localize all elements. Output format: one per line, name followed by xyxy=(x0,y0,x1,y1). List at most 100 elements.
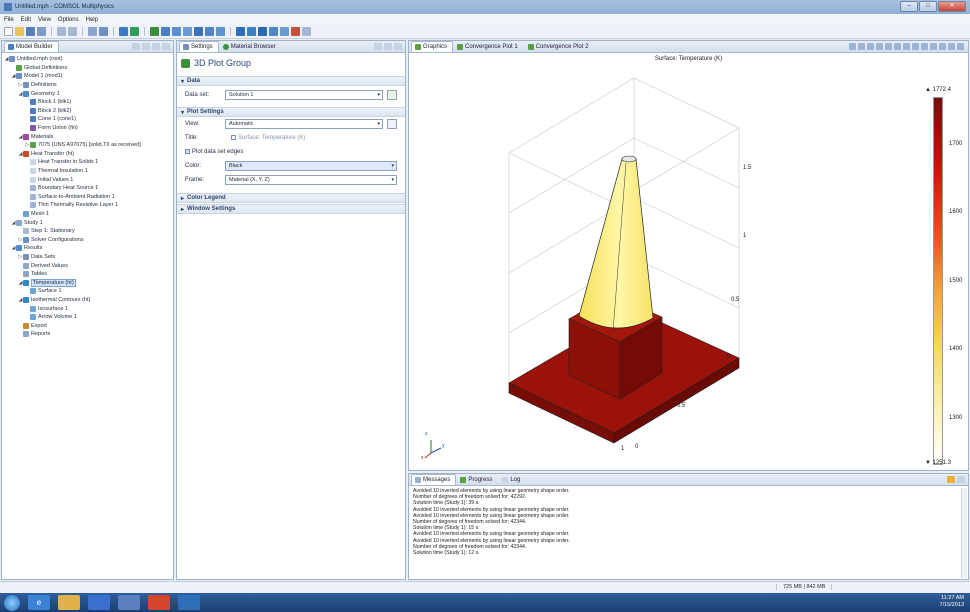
ie-icon[interactable]: e xyxy=(28,595,50,610)
torus-icon[interactable] xyxy=(205,27,214,36)
section-data[interactable]: ▾ Data xyxy=(177,76,405,86)
menu-help[interactable]: Help xyxy=(86,17,98,23)
tree-node[interactable]: Initial Values 1 xyxy=(4,175,173,184)
results-icon[interactable] xyxy=(269,27,278,36)
plot-edges-checkbox[interactable]: Plot data set edges xyxy=(185,149,243,155)
tree-node[interactable]: Derived Values xyxy=(4,261,173,270)
tree-node[interactable]: Thermal Insulation 1 xyxy=(4,167,173,176)
build-mesh-icon[interactable] xyxy=(236,27,245,36)
media-icon[interactable] xyxy=(118,595,140,610)
minimize-panel-icon[interactable] xyxy=(162,43,170,50)
tree-node[interactable]: ◢ Untitled.mph (root) xyxy=(4,55,173,64)
section-window-settings[interactable]: ▸ Window Settings xyxy=(177,204,405,214)
tree-node[interactable]: ◢ Results xyxy=(4,244,173,253)
work-plane-icon[interactable] xyxy=(216,27,225,36)
title-field[interactable]: Surface: Temperature (K) xyxy=(231,135,305,141)
minimize-panel-icon[interactable] xyxy=(394,43,402,50)
tree-node[interactable]: Block 1 (blk1) xyxy=(4,98,173,107)
app-taskbar-icon[interactable] xyxy=(178,595,200,610)
tree-node[interactable]: ▷ Data Sets xyxy=(4,253,173,262)
tree-node[interactable]: Tables xyxy=(4,270,173,279)
model-tree-icon[interactable] xyxy=(88,27,97,36)
undo-icon[interactable] xyxy=(57,27,66,36)
show-icon[interactable] xyxy=(152,43,160,50)
desktop-layout-icon[interactable] xyxy=(99,27,108,36)
zoom-in-icon[interactable] xyxy=(849,43,856,50)
sphere-icon[interactable] xyxy=(172,27,181,36)
zoom-box-icon[interactable] xyxy=(867,43,874,50)
tab-model-builder[interactable]: Model Builder xyxy=(4,41,59,52)
tree-node[interactable]: ◢ Temperature (ht) xyxy=(4,278,173,287)
tree-node[interactable]: Block 2 (blk2) xyxy=(4,107,173,116)
tab-log[interactable]: Log xyxy=(498,474,526,485)
menu-options[interactable]: Options xyxy=(58,17,79,23)
tab-convergence-plot-2[interactable]: Convergence Plot 2 xyxy=(524,41,595,52)
select-icon[interactable] xyxy=(894,43,901,50)
expand-icon[interactable] xyxy=(142,43,150,50)
data-set-select[interactable]: Solution 1 ▾ xyxy=(225,90,383,100)
report-icon[interactable] xyxy=(280,27,289,36)
maximize-button[interactable]: □ xyxy=(919,1,937,12)
settings-icon[interactable] xyxy=(302,27,311,36)
tree-node[interactable]: Export xyxy=(4,321,173,330)
color-select[interactable]: Black ▾ xyxy=(225,161,397,171)
tree-node[interactable]: Thin Thermally Resistive Layer 1 xyxy=(4,201,173,210)
3d-plot[interactable] xyxy=(409,53,968,470)
wireframe-icon[interactable] xyxy=(912,43,919,50)
tree-node[interactable]: Mesh 1 xyxy=(4,210,173,219)
graphics-canvas[interactable]: Surface: Temperature (K) 1.5 1 0.5 0 0 0… xyxy=(409,53,968,470)
tree-node[interactable]: Surface 1 xyxy=(4,287,173,296)
dynamic-help-icon[interactable] xyxy=(384,43,392,50)
view-go-to-button[interactable] xyxy=(387,119,397,129)
tree-node[interactable]: ▷ Definitions xyxy=(4,81,173,90)
section-color-legend[interactable]: ▸ Color Legend xyxy=(177,193,405,203)
frame-select[interactable]: Material (X, Y, Z) ▾ xyxy=(225,175,397,185)
tree-node[interactable]: ◢ Geometry 1 xyxy=(4,89,173,98)
title-checkbox[interactable] xyxy=(231,135,236,140)
image-snapshot-icon[interactable] xyxy=(948,43,955,50)
tree-node[interactable]: Isosurface 1 xyxy=(4,304,173,313)
close-button[interactable]: ✕ xyxy=(938,1,966,12)
tree-node[interactable]: ◢ Study 1 xyxy=(4,218,173,227)
tab-settings[interactable]: Settings xyxy=(179,41,219,52)
view-select[interactable]: Automatic ▾ xyxy=(225,119,383,129)
new-file-icon[interactable] xyxy=(4,27,13,36)
section-plot-settings[interactable]: ▾ Plot Settings xyxy=(177,107,405,117)
geometry-icon[interactable] xyxy=(150,27,159,36)
minimize-panel-icon[interactable] xyxy=(957,43,964,50)
add-component-icon[interactable] xyxy=(119,27,128,36)
add-physics-icon[interactable] xyxy=(130,27,139,36)
zoom-extents-icon[interactable] xyxy=(876,43,883,50)
block-icon[interactable] xyxy=(161,27,170,36)
tree-node[interactable]: Global Definitions xyxy=(4,64,173,73)
tab-progress[interactable]: Progress xyxy=(456,474,498,485)
warning-icon[interactable] xyxy=(947,476,955,483)
minimize-button[interactable]: – xyxy=(900,1,918,12)
plot-icon[interactable] xyxy=(258,27,267,36)
axis-icon[interactable] xyxy=(930,43,937,50)
menu-edit[interactable]: Edit xyxy=(21,17,31,23)
collapse-icon[interactable] xyxy=(132,43,140,50)
explorer-icon[interactable] xyxy=(58,595,80,610)
tab-material-browser[interactable]: Material Browser xyxy=(219,41,282,52)
tree-node[interactable]: ◢ Materials xyxy=(4,132,173,141)
go-to-source-button[interactable] xyxy=(387,90,397,100)
tree-node[interactable]: Arrow Volume 1 xyxy=(4,313,173,322)
stop-icon[interactable] xyxy=(291,27,300,36)
minimize-panel-icon[interactable] xyxy=(957,476,965,483)
print-icon[interactable] xyxy=(939,43,946,50)
save-as-icon[interactable] xyxy=(37,27,46,36)
menu-view[interactable]: View xyxy=(38,17,51,23)
tab-graphics[interactable]: Graphics xyxy=(411,41,454,52)
tree-node[interactable]: Cone 1 (cone1) xyxy=(4,115,173,124)
tab-messages[interactable]: Messages xyxy=(411,474,457,485)
cone-icon[interactable] xyxy=(194,27,203,36)
start-button[interactable] xyxy=(4,594,20,611)
tree-node[interactable]: ◢ Model 1 (mod1) xyxy=(4,72,173,81)
tree-node[interactable]: Heat Transfer in Solids 1 xyxy=(4,158,173,167)
menu-file[interactable]: File xyxy=(4,17,14,23)
tree-node[interactable]: Step 1: Stationary xyxy=(4,227,173,236)
grid-icon[interactable] xyxy=(921,43,928,50)
open-folder-icon[interactable] xyxy=(15,27,24,36)
messages-scrollbar[interactable] xyxy=(961,488,967,578)
